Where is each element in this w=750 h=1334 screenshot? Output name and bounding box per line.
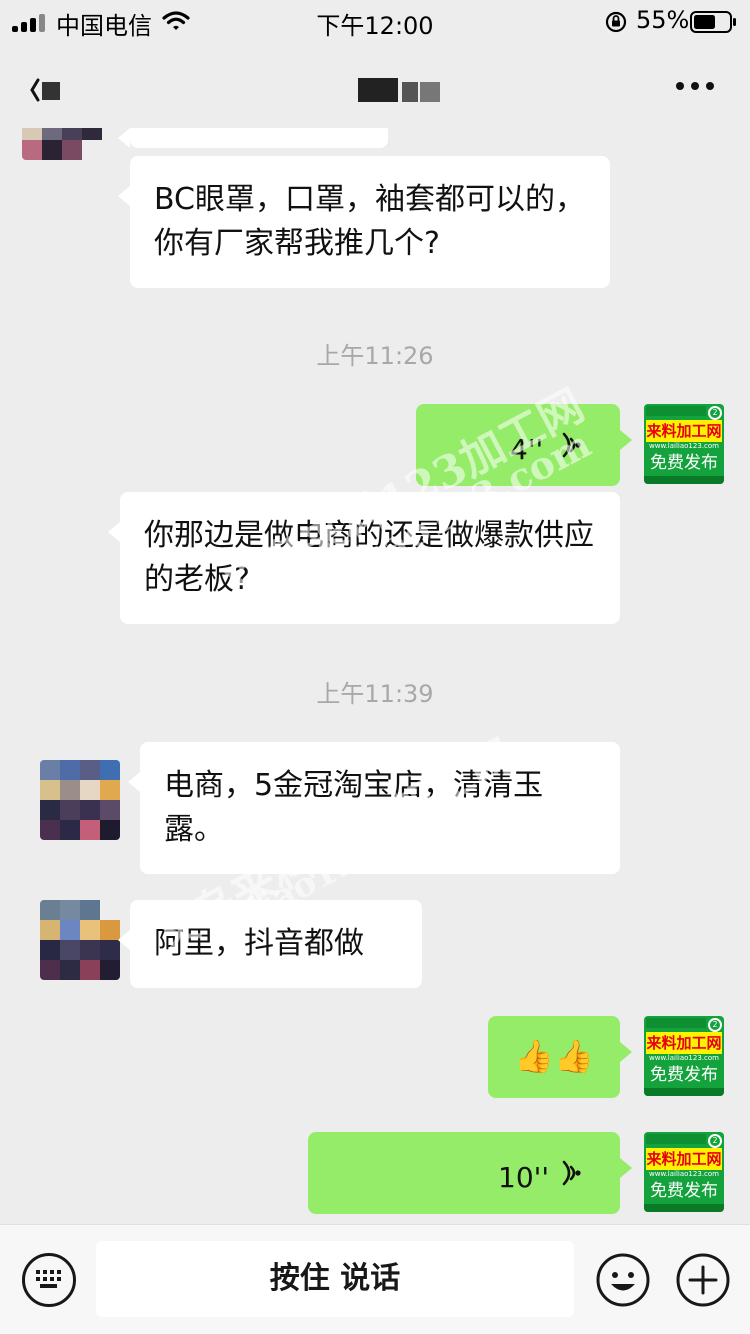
status-bar: 中国电信 下午12:00 55%	[0, 0, 750, 44]
self-avatar[interactable]: 2 来料加工网 www.lailiao123.com 免费发布	[644, 404, 724, 484]
contact-avatar[interactable]	[40, 760, 120, 840]
battery-icon	[690, 11, 736, 33]
chat-title	[358, 78, 442, 104]
more-dots-icon[interactable]	[672, 76, 718, 96]
voice-message-bubble[interactable]: 10''	[308, 1132, 632, 1214]
message-bubble[interactable]: BC眼罩，口罩，袖套都可以的，你有厂家帮我推几个?	[118, 156, 610, 288]
input-bar: 按住 说话	[0, 1224, 750, 1334]
emoji-icon[interactable]	[596, 1253, 650, 1307]
logo-circle-icon: 2	[708, 406, 722, 420]
battery-percent: 55%	[636, 6, 690, 34]
voice-duration: 10''	[498, 1161, 550, 1194]
voice-wave-icon	[562, 1160, 581, 1186]
message-bubble-cropped	[118, 128, 388, 148]
avatar-promo: 免费发布	[650, 453, 718, 473]
message-bubble[interactable]: 电商，5金冠淘宝店，清清玉露。	[128, 742, 620, 874]
message-bubble[interactable]: 你那边是做电商的还是做爆款供应的老板?	[108, 492, 620, 624]
timestamp: 上午11:26	[316, 342, 434, 370]
voice-duration: 4''	[510, 433, 544, 466]
emoji-message-bubble[interactable]: 👍👍	[488, 1016, 632, 1098]
contact-avatar[interactable]	[40, 900, 120, 980]
avatar-url: www.lailiao123.com	[649, 442, 719, 450]
keyboard-icon[interactable]	[22, 1253, 76, 1307]
message-text: 你那边是做电商的还是做爆款供应的老板?	[144, 518, 594, 597]
voice-message-bubble[interactable]: 4''	[416, 404, 632, 486]
message-text: 阿里，抖音都做	[154, 926, 364, 961]
logo-circle-icon: 2	[708, 1018, 722, 1032]
chat-area[interactable]: BC眼罩，口罩，袖套都可以的，你有厂家帮我推几个? 上午11:26 4'' 2 …	[0, 128, 750, 1224]
message-text: BC眼罩，口罩，袖套都可以的，你有厂家帮我推几个?	[154, 182, 586, 261]
avatar-title: 来料加工网	[646, 1032, 722, 1054]
avatar-url: www.lailiao123.com	[649, 1054, 719, 1062]
voice-wave-icon	[562, 432, 581, 458]
avatar-url: www.lailiao123.com	[649, 1170, 719, 1178]
back-chevron-icon[interactable]	[30, 74, 64, 106]
rotation-lock-icon	[605, 11, 627, 33]
logo-circle-icon: 2	[708, 1134, 722, 1148]
timestamp: 上午11:39	[316, 680, 434, 708]
avatar-title: 来料加工网	[646, 1148, 722, 1170]
avatar-promo: 免费发布	[650, 1065, 718, 1085]
plus-icon[interactable]	[676, 1253, 730, 1307]
self-avatar[interactable]: 2 来料加工网 www.lailiao123.com 免费发布	[644, 1016, 724, 1096]
message-bubble[interactable]: 阿里，抖音都做	[118, 900, 422, 988]
message-text: 电商，5金冠淘宝店，清清玉露。	[164, 768, 544, 847]
thumbs-up-icon: 👍👍	[514, 1037, 594, 1075]
avatar-promo: 免费发布	[650, 1181, 718, 1201]
self-avatar[interactable]: 2 来料加工网 www.lailiao123.com 免费发布	[644, 1132, 724, 1212]
avatar-title: 来料加工网	[646, 420, 722, 442]
contact-avatar[interactable]	[22, 128, 102, 160]
hold-to-talk-button[interactable]: 按住 说话	[96, 1241, 574, 1317]
nav-bar	[0, 44, 750, 128]
